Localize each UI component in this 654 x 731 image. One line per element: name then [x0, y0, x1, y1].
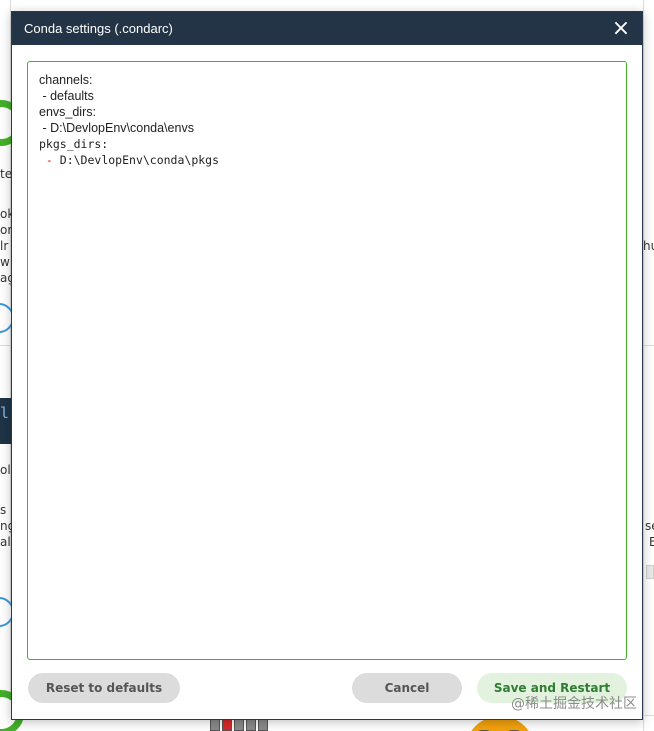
reset-to-defaults-button[interactable]: Reset to defaults [28, 673, 180, 703]
bg-scroll-handle[interactable] [646, 565, 654, 579]
editor-line: envs_dirs: [39, 105, 96, 119]
bg-text: s [0, 503, 7, 517]
bg-divider [643, 0, 644, 731]
dialog-titlebar: Conda settings (.condarc) × [12, 12, 642, 45]
bg-text: ol [0, 463, 11, 477]
bg-text: al [0, 535, 11, 549]
bg-piano-icon [210, 719, 268, 731]
editor-line: - D:\DevlopEnv\conda\pkgs [39, 153, 220, 167]
condarc-text-editor[interactable]: channels: - defaults envs_dirs: - D:\Dev… [27, 61, 627, 660]
bg-text: w [0, 255, 10, 269]
dialog-title: Conda settings (.condarc) [24, 21, 173, 36]
editor-line: - D:\DevlopEnv\conda\envs [39, 121, 194, 135]
watermark-text: @稀土掘金技术社区 [511, 696, 637, 712]
bg-text: se [645, 519, 654, 533]
bg-text: lr [0, 239, 9, 253]
close-icon[interactable]: × [610, 17, 632, 40]
cancel-button[interactable]: Cancel [352, 673, 462, 703]
condarc-dialog: Conda settings (.condarc) × channels: - … [11, 11, 643, 720]
editor-line: channels: [39, 73, 93, 87]
editor-line: pkgs_dirs: [39, 137, 109, 151]
bg-tile: l] [0, 398, 18, 444]
editor-line: - defaults [39, 89, 94, 103]
bg-text: hu [643, 239, 654, 253]
bg-text: E [649, 535, 654, 549]
